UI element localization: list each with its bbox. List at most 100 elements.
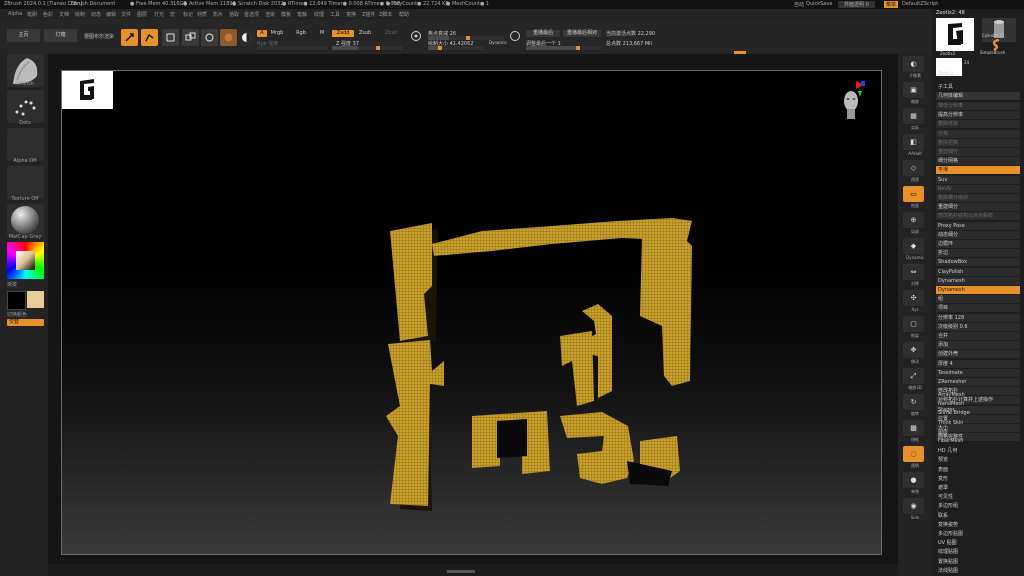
geometry-item-22[interactable]: 项目 xyxy=(936,304,1020,313)
geometry-item-21[interactable]: 组 xyxy=(936,295,1020,304)
shelf-13-icon[interactable]: ↻ xyxy=(903,394,924,410)
menu-item[interactable]: 文件 xyxy=(121,11,131,18)
mrgb-toggle[interactable]: Mrgb xyxy=(270,30,284,37)
shelf-14-icon[interactable]: ▩ xyxy=(903,420,924,436)
geometry-item-25[interactable]: 合并 xyxy=(936,332,1020,340)
tool-thumbnail-current[interactable] xyxy=(936,18,974,51)
scale-button[interactable] xyxy=(182,29,199,46)
replay-button[interactable] xyxy=(509,30,521,42)
secondary-color-swatch[interactable] xyxy=(7,291,26,310)
zsub-toggle[interactable]: Zsub xyxy=(358,30,372,37)
menu-item[interactable]: 编辑 xyxy=(106,11,116,18)
draw-button[interactable] xyxy=(141,29,158,46)
shelf-12-icon[interactable]: ⤢ xyxy=(903,368,924,384)
shelf-2-icon[interactable]: ▦ xyxy=(903,108,924,124)
default-zscript-button[interactable]: DefaultZScript xyxy=(902,1,938,7)
geometry-item-15[interactable]: 边循环 xyxy=(936,240,1020,248)
geometry-item-2[interactable]: 删除低级 xyxy=(936,120,1020,129)
home-button[interactable]: 主页 xyxy=(7,29,40,42)
tool-section-8[interactable]: 表面 xyxy=(938,466,948,473)
menu-item[interactable]: 色彩 xyxy=(43,11,53,18)
alternate-button[interactable]: 交替 xyxy=(7,319,44,326)
tool-section-17[interactable]: 纹理贴图 xyxy=(938,548,958,555)
tool-section-19[interactable]: 法线贴图 xyxy=(938,567,958,574)
tool-section-9[interactable]: 变形 xyxy=(938,475,948,482)
menu-item[interactable]: Z脚本 xyxy=(379,11,392,18)
z-intensity-slider[interactable] xyxy=(332,46,402,50)
geometry-item-8[interactable]: Suv xyxy=(936,175,1020,184)
menu-item[interactable]: 动态 xyxy=(91,11,101,18)
color-square[interactable] xyxy=(16,251,35,270)
geometry-item-17[interactable]: ShadowBox xyxy=(936,258,1020,267)
menu-item[interactable]: Alpha xyxy=(8,11,22,17)
shelf-3-icon[interactable]: ◧ xyxy=(903,134,924,150)
menu-item[interactable]: Z插件 xyxy=(362,11,375,18)
shelf-11-icon[interactable]: ✥ xyxy=(903,342,924,358)
stroke-selector[interactable] xyxy=(7,90,44,123)
geometry-item-1[interactable]: 提高分辨率 xyxy=(936,111,1020,120)
shelf-4-icon[interactable]: ◇ xyxy=(903,160,924,176)
shelf-10-icon[interactable]: ▢ xyxy=(903,316,924,332)
tool-section-15[interactable]: 多边形贴图 xyxy=(938,530,963,537)
geometry-item-19[interactable]: Dynamesh xyxy=(936,276,1020,285)
menu-item[interactable]: 宏 xyxy=(170,11,175,18)
tool-section-7[interactable]: 预览 xyxy=(938,456,948,463)
geometry-item-28[interactable]: 厚度 4 xyxy=(936,359,1020,368)
geometry-item-24[interactable]: 次级级别 0.6 xyxy=(936,322,1020,331)
replay-last-button[interactable]: 重播最后 xyxy=(526,30,560,37)
shelf-0-icon[interactable]: ◐ xyxy=(903,56,924,72)
tool-section-4[interactable]: 图层 xyxy=(938,429,948,436)
tool-section-13[interactable]: 联系 xyxy=(938,512,948,519)
tool-section-6[interactable]: HD 几何 xyxy=(938,447,957,454)
draw-size-slider[interactable] xyxy=(428,46,483,50)
rgb-intensity-slider[interactable] xyxy=(257,46,327,50)
viewport-scroll-handle[interactable] xyxy=(447,570,475,573)
geometry-item-13[interactable]: Proxy Pose xyxy=(936,221,1020,230)
shelf-6-icon[interactable]: ⊕ xyxy=(903,212,924,228)
menu-item[interactable]: 标记 xyxy=(183,11,193,18)
geometry-item-11[interactable]: 重建细分 xyxy=(936,203,1020,212)
texture-selector[interactable] xyxy=(7,166,44,199)
subtool-header[interactable]: 子工具 xyxy=(936,83,1020,91)
menu-item[interactable]: 笔触 xyxy=(297,11,307,18)
tool-section-16[interactable]: UV 贴图 xyxy=(938,539,957,546)
focal-shift-button[interactable] xyxy=(410,30,422,42)
tool-section-5[interactable]: FiberMesh xyxy=(938,438,963,444)
replay-last-relative-button[interactable]: 重播最后相对 xyxy=(563,30,601,37)
zcut-toggle[interactable]: Zcut xyxy=(384,30,398,37)
shelf-7-icon[interactable]: ◆ xyxy=(903,238,924,254)
menu-item[interactable]: 影片 xyxy=(213,11,223,18)
switch-color-label[interactable]: 切换颜色 xyxy=(7,311,49,318)
geometry-item-23[interactable]: 分辨率 128 xyxy=(936,313,1020,322)
geometry-item-0[interactable]: 降低分辨率 xyxy=(936,102,1020,110)
zadd-toggle[interactable]: Zadd xyxy=(332,30,354,37)
geometry-header[interactable]: 几何体编辑 xyxy=(936,92,1020,100)
menu-item[interactable]: 绘制 xyxy=(75,11,85,18)
a-toggle[interactable]: A xyxy=(257,30,267,37)
geometry-item-4[interactable]: 删除更高 xyxy=(936,138,1020,147)
tool-section-0[interactable]: ArrayMesh xyxy=(938,392,965,398)
tool-section-3[interactable]: Thick Skin xyxy=(938,420,963,426)
menu-item[interactable]: 灯光 xyxy=(154,11,164,18)
alpha-selector[interactable] xyxy=(7,128,44,161)
shelf-5-icon[interactable]: ▭ xyxy=(903,186,924,202)
shelf-1-icon[interactable]: ▣ xyxy=(903,82,924,98)
menu-item[interactable]: 工具 xyxy=(330,11,340,18)
menu-item[interactable]: 图层 xyxy=(137,11,147,18)
menu-item[interactable]: 材质 xyxy=(197,11,207,18)
geometry-item-16[interactable]: 折边 xyxy=(936,249,1020,258)
material-swatch[interactable] xyxy=(220,29,237,46)
menu-item[interactable]: 拾取 xyxy=(229,11,239,18)
geometry-item-27[interactable]: 创建外壳 xyxy=(936,350,1020,359)
geometry-item-26[interactable]: 添加 xyxy=(936,341,1020,350)
menu-item[interactable]: 模板 xyxy=(281,11,291,18)
shelf-9-icon[interactable]: ✣ xyxy=(903,290,924,306)
geometry-item-30[interactable]: ZRemesher xyxy=(936,378,1020,386)
menu-item[interactable]: 渲染 xyxy=(265,11,275,18)
shelf-15-icon[interactable]: ◌ xyxy=(903,446,924,462)
geometry-item-18[interactable]: ClayPolish xyxy=(936,267,1020,276)
spotlight-label[interactable]: 梗图布尔渲染 xyxy=(83,33,115,40)
navigation-cube[interactable] xyxy=(840,81,866,121)
menus-button[interactable]: 菜单 xyxy=(884,1,899,8)
lightbox-button[interactable]: 灯箱 xyxy=(44,29,77,42)
